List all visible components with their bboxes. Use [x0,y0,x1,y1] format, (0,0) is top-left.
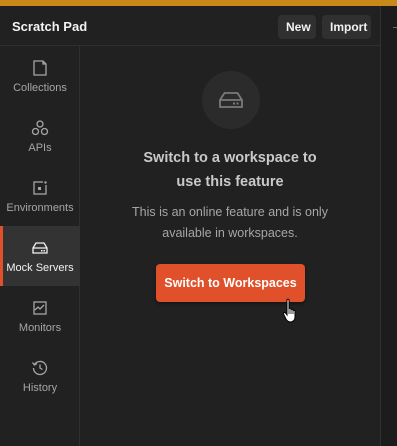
empty-state-description: available in workspaces. [162,226,298,240]
right-panel-edge [380,6,397,446]
apis-icon [31,120,49,136]
mock-servers-icon [32,242,48,254]
empty-state-description: This is an online feature and is only [132,205,328,219]
mock-server-illustration [202,71,260,129]
environments-icon [33,180,48,195]
sidebar-header: Scratch Pad New Import [0,6,380,46]
sidebar-item-label: APIs [28,142,52,154]
switch-to-workspaces-button[interactable]: Switch to Workspaces [156,264,305,302]
empty-state-panel: Switch to a workspace to use this featur… [80,46,380,446]
workspace-title: Scratch Pad [12,19,88,34]
sidebar-item-label: Monitors [18,322,62,334]
collections-icon [33,60,47,76]
empty-state-heading: Switch to a workspace to [143,150,317,166]
sidebar-item-label: History [22,382,58,394]
sidebar-item-label: Mock Servers [6,262,74,274]
new-button[interactable]: New [278,15,316,39]
history-icon [31,360,48,376]
sidebar-item-label: Environments [6,202,74,214]
sidebar-nav: Collections APIs Environments Mock Serve… [0,46,80,446]
sidebar-item-collections[interactable]: Collections [0,46,80,106]
sidebar-item-label: Collections [13,82,67,94]
sidebar-item-environments[interactable]: Environments [0,166,80,226]
mock-server-icon [219,92,243,108]
import-button[interactable]: Import [322,15,371,39]
sidebar-item-monitors[interactable]: Monitors [0,286,80,346]
divider [393,27,397,28]
sidebar-item-mock-servers[interactable]: Mock Servers [0,226,80,286]
monitors-icon [33,301,47,315]
sidebar-item-apis[interactable]: APIs [0,106,80,166]
sidebar-item-history[interactable]: History [0,346,80,406]
empty-state-heading: use this feature [176,174,284,190]
hand-cursor-icon [282,298,296,323]
